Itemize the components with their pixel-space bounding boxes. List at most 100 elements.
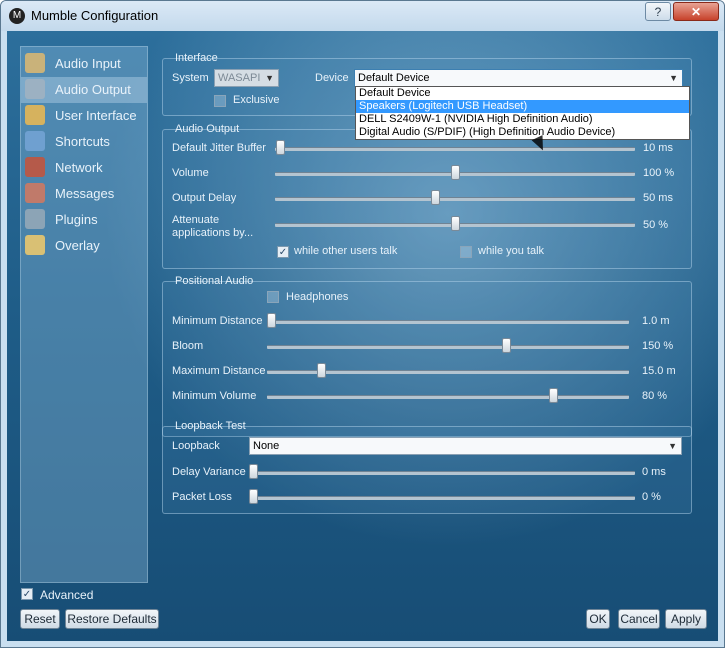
delay-variance-slider-handle[interactable] [249, 464, 258, 479]
while-you-talk-label: while you talk [478, 245, 545, 257]
sidebar-item-label: Plugins [55, 212, 98, 227]
jitter-buffer-value: 10 ms [643, 142, 673, 154]
group-title: Loopback Test [175, 420, 246, 432]
bloom-value: 150 % [642, 340, 674, 352]
reset-button[interactable]: Reset [20, 609, 60, 629]
bloom-label: Bloom [172, 340, 204, 352]
bloom-slider-track[interactable] [267, 345, 629, 349]
minimum-volume-slider-track[interactable] [267, 395, 629, 399]
packet-loss-label: Packet Loss [172, 491, 232, 503]
loopback-label: Loopback [172, 440, 220, 452]
attenuate-slider-handle[interactable] [451, 216, 460, 231]
apply-button[interactable]: Apply [665, 609, 707, 629]
group-title: Audio Output [175, 123, 240, 135]
chevron-down-icon: ▼ [668, 441, 677, 451]
device-label: Device [315, 72, 349, 84]
minimum-distance-slider-handle[interactable] [267, 313, 276, 328]
sidebar-item-messages[interactable]: Messages [21, 181, 147, 207]
device-option[interactable]: DELL S2409W-1 (NVIDIA High Definition Au… [356, 113, 689, 126]
sidebar-item-label: Network [55, 160, 103, 175]
close-button[interactable]: ✕ [673, 2, 719, 21]
delay-variance-value: 0 ms [642, 466, 666, 478]
jitter-buffer-slider-handle[interactable] [276, 140, 285, 155]
sidebar-item-network[interactable]: Network [21, 155, 147, 181]
while-other-users-talk-checkbox[interactable]: ✓ [277, 246, 289, 258]
help-button[interactable]: ? [645, 2, 671, 21]
sidebar-item-label: Shortcuts [55, 134, 110, 149]
sidebar-item-audio-input[interactable]: Audio Input [21, 51, 147, 77]
advanced-checkbox[interactable]: ✓ [21, 588, 33, 600]
while-you-talk-checkbox[interactable] [460, 246, 472, 258]
device-option[interactable]: Default Device [356, 87, 689, 100]
sidebar-item-audio-output[interactable]: Audio Output [21, 77, 147, 103]
loopback-select[interactable]: None ▼ [249, 437, 682, 455]
headphones-label: Headphones [286, 291, 349, 303]
volume-slider-handle[interactable] [451, 165, 460, 180]
settings-sidebar: Audio Input Audio Output User Interface … [20, 46, 148, 583]
minimum-volume-value: 80 % [642, 390, 668, 402]
sidebar-item-label: User Interface [55, 108, 137, 123]
sidebar-item-label: Audio Input [55, 56, 121, 71]
output-delay-slider-track[interactable] [275, 197, 635, 201]
minimum-volume-slider-handle[interactable] [549, 388, 558, 403]
maximum-distance-slider-handle[interactable] [317, 363, 326, 378]
sidebar-item-label: Audio Output [55, 82, 131, 97]
packet-loss-slider-track[interactable] [249, 496, 635, 500]
sidebar-item-shortcuts[interactable]: Shortcuts [21, 129, 147, 155]
group-title: Positional Audio [175, 275, 254, 287]
advanced-label: Advanced [40, 588, 94, 602]
title-bar[interactable]: M Mumble Configuration ? ✕ [1, 1, 724, 31]
volume-value: 100 % [643, 167, 675, 179]
maximum-distance-value: 15.0 m [642, 365, 676, 377]
messages-icon [25, 183, 45, 203]
network-icon [25, 157, 45, 177]
mumble-logo-icon: M [9, 8, 25, 24]
exclusive-checkbox[interactable] [214, 95, 226, 107]
shortcuts-icon [25, 131, 45, 151]
delay-variance-label: Delay Variance [172, 466, 246, 478]
ok-button[interactable]: OK [586, 609, 610, 629]
device-option-highlighted[interactable]: Speakers (Logitech USB Headset) [356, 100, 689, 113]
client-area: Audio Input Audio Output User Interface … [7, 31, 718, 641]
audio-output-group: Audio Output Default Jitter Buffer 10 ms… [162, 123, 692, 269]
user-interface-icon [25, 105, 45, 125]
while-other-users-talk-label: while other users talk [294, 245, 398, 257]
speaker-icon [25, 79, 45, 99]
output-delay-slider-handle[interactable] [431, 190, 440, 205]
minimum-distance-slider-track[interactable] [267, 320, 629, 324]
system-select-value: WASAPI [218, 72, 261, 84]
cancel-button[interactable]: Cancel [618, 609, 660, 629]
device-select[interactable]: Default Device ▼ [354, 69, 683, 87]
sidebar-item-label: Messages [55, 186, 115, 201]
delay-variance-slider-track[interactable] [249, 471, 635, 475]
headphones-checkbox[interactable] [267, 291, 279, 303]
minimum-volume-label: Minimum Volume [172, 390, 257, 402]
sidebar-item-user-interface[interactable]: User Interface [21, 103, 147, 129]
loopback-select-value: None [253, 440, 280, 452]
configuration-window: M Mumble Configuration ? ✕ Audio Input A… [0, 0, 725, 648]
sidebar-item-plugins[interactable]: Plugins [21, 207, 147, 233]
positional-audio-group: Positional Audio Headphones Minimum Dist… [162, 275, 692, 437]
device-select-value: Default Device [358, 72, 430, 84]
restore-defaults-button[interactable]: Restore Defaults [65, 609, 159, 629]
jitter-buffer-label: Default Jitter Buffer [172, 142, 266, 154]
maximum-distance-label: Maximum Distance [172, 365, 266, 377]
packet-loss-value: 0 % [642, 491, 661, 503]
minimum-distance-label: Minimum Distance [172, 315, 263, 327]
output-delay-label: Output Delay [172, 192, 237, 204]
bloom-slider-handle[interactable] [502, 338, 511, 353]
packet-loss-slider-handle[interactable] [249, 489, 258, 504]
attenuate-value: 50 % [643, 219, 669, 231]
plugins-icon [25, 209, 45, 229]
jitter-buffer-slider-track[interactable] [275, 147, 635, 151]
group-title: Interface [175, 52, 218, 64]
loopback-test-group: Loopback Test Loopback None ▼ Delay Vari… [162, 420, 692, 514]
chevron-down-icon: ▼ [669, 73, 678, 83]
device-option[interactable]: Digital Audio (S/PDIF) (High Definition … [356, 126, 689, 139]
device-dropdown-list[interactable]: Default Device Speakers (Logitech USB He… [355, 86, 690, 140]
sidebar-item-overlay[interactable]: Overlay [21, 233, 147, 259]
output-delay-value: 50 ms [643, 192, 673, 204]
window-title: Mumble Configuration [31, 8, 159, 23]
sidebar-item-label: Overlay [55, 238, 100, 253]
attenuate-label: Attenuate applications by... [172, 214, 254, 239]
